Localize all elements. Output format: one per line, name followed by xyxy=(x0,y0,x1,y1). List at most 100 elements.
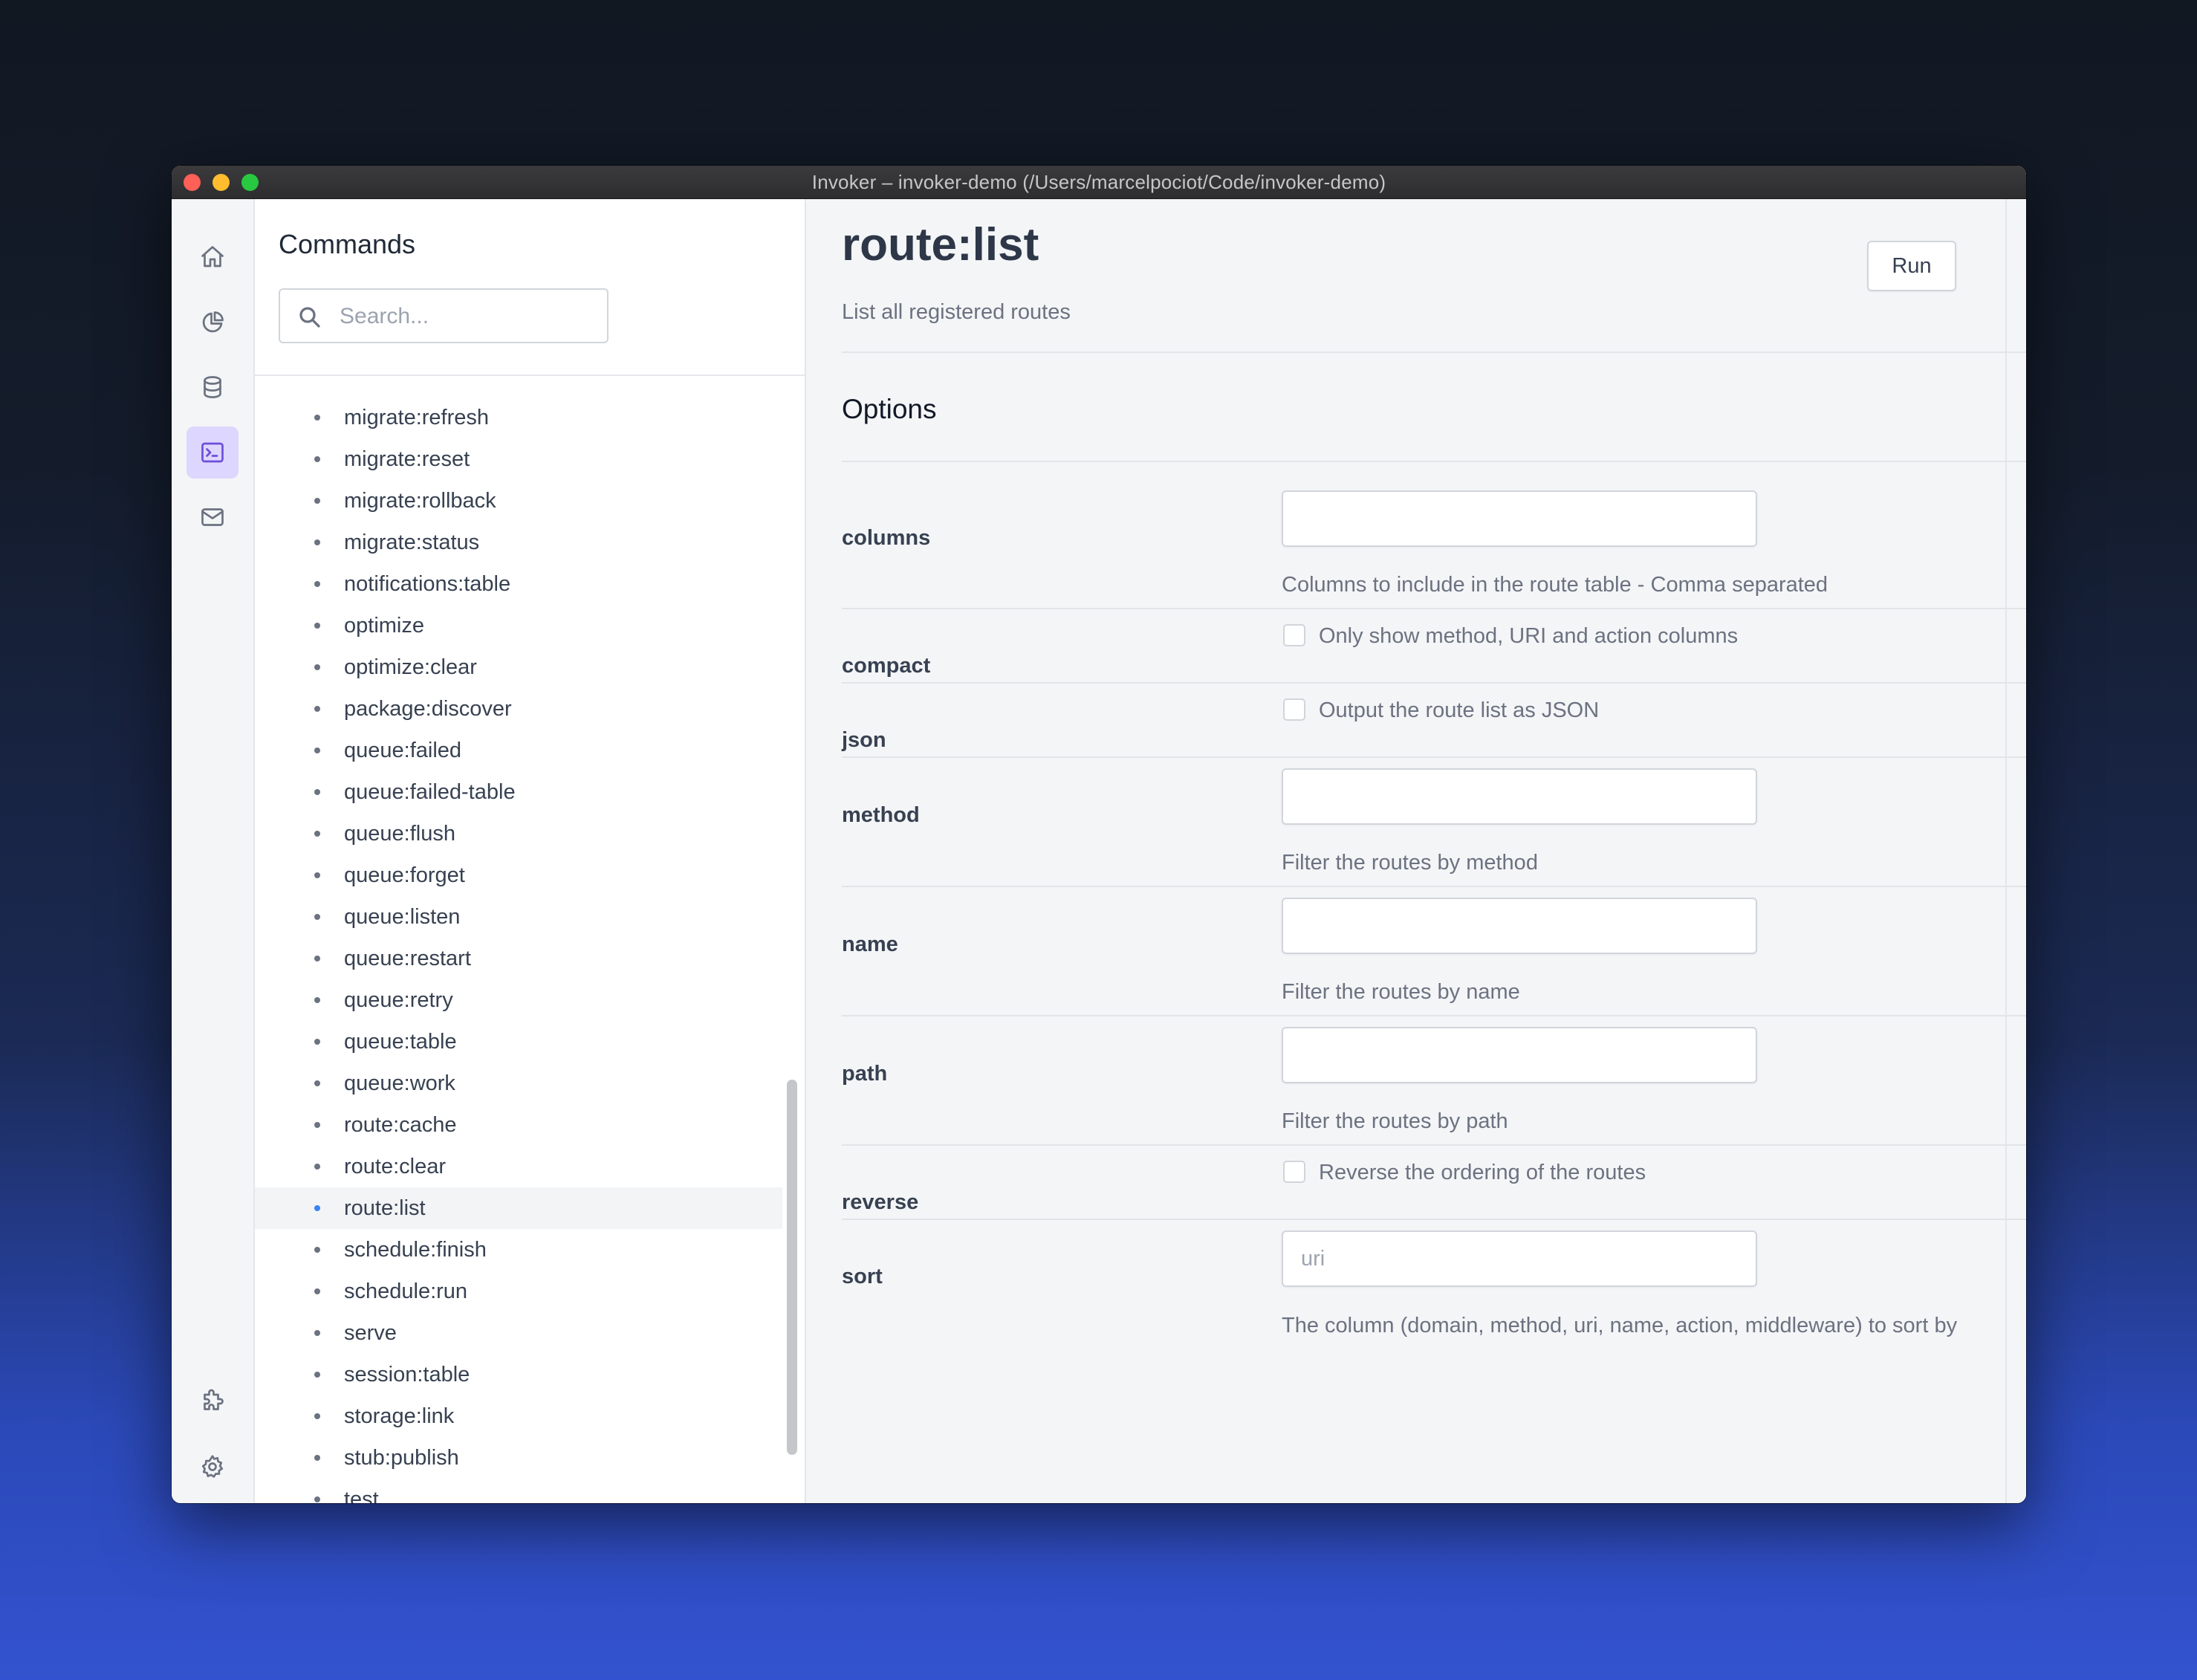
command-list-item[interactable]: optimize xyxy=(255,605,782,646)
command-list-item[interactable]: route:clear xyxy=(255,1146,782,1187)
close-window-button[interactable] xyxy=(184,174,201,191)
bullet-icon xyxy=(314,1496,320,1502)
window-controls xyxy=(184,174,259,191)
commands-panel: Commands migrate:refreshmigrate:resetmig… xyxy=(255,199,806,1503)
option-path-input[interactable] xyxy=(1282,1027,1757,1083)
option-compact-checkbox[interactable] xyxy=(1283,624,1305,646)
command-list-item-label: package:discover xyxy=(344,696,512,721)
command-list-item[interactable]: queue:forget xyxy=(255,854,782,896)
search-input[interactable] xyxy=(338,297,594,336)
rail-mail-button[interactable] xyxy=(186,491,238,543)
option-json-name: json xyxy=(842,728,886,752)
header-divider xyxy=(842,351,2026,353)
command-list-item-label: optimize:clear xyxy=(344,655,477,679)
option-divider xyxy=(842,608,2026,609)
option-json-checkbox[interactable] xyxy=(1283,698,1305,721)
option-divider xyxy=(842,682,2026,684)
command-list-item[interactable]: schedule:finish xyxy=(255,1229,782,1271)
command-list-item[interactable]: session:table xyxy=(255,1354,782,1395)
command-list-item[interactable]: route:list xyxy=(255,1187,782,1229)
command-list-item[interactable]: migrate:refresh xyxy=(255,397,782,438)
option-name-input[interactable] xyxy=(1282,898,1757,954)
command-list-item-label: migrate:rollback xyxy=(344,488,496,513)
command-list-item[interactable]: serve xyxy=(255,1312,782,1354)
bullet-icon xyxy=(314,706,320,712)
database-icon xyxy=(204,376,221,398)
command-list-item[interactable]: notifications:table xyxy=(255,563,782,605)
bullet-icon xyxy=(314,415,320,421)
option-columns-input[interactable] xyxy=(1282,490,1757,547)
command-list-item-label: queue:failed xyxy=(344,738,462,762)
command-list-item[interactable]: optimize:clear xyxy=(255,646,782,688)
rail-plugins-button[interactable] xyxy=(186,1375,238,1427)
scrollbar-thumb[interactable] xyxy=(787,1080,797,1455)
bullet-icon xyxy=(314,664,320,670)
bullet-icon xyxy=(314,831,320,837)
option-compact-label[interactable]: Only show method, URI and action columns xyxy=(1319,624,1738,649)
bullet-icon xyxy=(314,581,320,587)
command-list-item[interactable]: queue:listen xyxy=(255,896,782,938)
home-icon xyxy=(201,246,224,267)
command-list-item-label: route:cache xyxy=(344,1112,457,1137)
option-columns-help: Columns to include in the route table - … xyxy=(1282,573,1828,597)
bullet-icon xyxy=(314,539,320,545)
command-list-item-label: queue:restart xyxy=(344,946,471,970)
bullet-icon xyxy=(314,1122,320,1128)
run-button[interactable]: Run xyxy=(1867,241,1956,291)
command-list-item-label: storage:link xyxy=(344,1404,455,1428)
bullet-icon xyxy=(314,1247,320,1253)
option-method-help: Filter the routes by method xyxy=(1282,851,1538,875)
command-list-item[interactable]: package:discover xyxy=(255,688,782,730)
option-sort-input[interactable] xyxy=(1282,1230,1757,1287)
bullet-icon xyxy=(314,956,320,961)
command-list-item-label: queue:table xyxy=(344,1029,457,1054)
rail-settings-button[interactable] xyxy=(186,1441,238,1493)
option-divider xyxy=(842,1015,2026,1016)
rail-stats-button[interactable] xyxy=(186,296,238,348)
option-reverse-checkbox[interactable] xyxy=(1283,1161,1305,1183)
options-heading: Options xyxy=(842,394,937,424)
command-list-item-label: queue:work xyxy=(344,1071,455,1095)
zoom-window-button[interactable] xyxy=(241,174,259,191)
command-list-item[interactable]: queue:flush xyxy=(255,813,782,854)
title-bar: Invoker – invoker-demo (/Users/marcelpoc… xyxy=(172,166,2026,199)
command-list-item[interactable]: schedule:run xyxy=(255,1271,782,1312)
command-list-item[interactable]: queue:failed xyxy=(255,730,782,771)
command-list-item[interactable]: migrate:rollback xyxy=(255,480,782,522)
option-reverse-label[interactable]: Reverse the ordering of the routes xyxy=(1319,1161,1646,1185)
command-list-item[interactable]: queue:work xyxy=(255,1063,782,1104)
command-list-item[interactable]: test xyxy=(255,1479,782,1503)
command-list-item[interactable]: storage:link xyxy=(255,1395,782,1437)
option-columns-name: columns xyxy=(842,526,931,550)
command-list-item[interactable]: migrate:status xyxy=(255,522,782,563)
rail-home-button[interactable] xyxy=(186,231,238,283)
mail-icon xyxy=(201,508,224,526)
command-list-item[interactable]: queue:restart xyxy=(255,938,782,979)
command-list-item-label: session:table xyxy=(344,1362,470,1387)
command-list-item[interactable]: queue:table xyxy=(255,1021,782,1063)
minimize-window-button[interactable] xyxy=(212,174,230,191)
command-list-item[interactable]: queue:failed-table xyxy=(255,771,782,813)
option-path-help: Filter the routes by path xyxy=(1282,1109,1508,1133)
command-list-item[interactable]: migrate:reset xyxy=(255,438,782,480)
rail-database-button[interactable] xyxy=(186,361,238,413)
rail-commands-button[interactable] xyxy=(186,427,238,479)
bullet-icon xyxy=(314,1205,320,1211)
option-divider xyxy=(842,886,2026,887)
command-list-item-label: optimize xyxy=(344,613,424,638)
bullet-icon xyxy=(314,872,320,878)
command-list-item-label: migrate:status xyxy=(344,530,480,554)
gear-icon xyxy=(201,1455,224,1478)
bullet-icon xyxy=(314,789,320,795)
command-list-item[interactable]: queue:retry xyxy=(255,979,782,1021)
command-list-item[interactable]: route:cache xyxy=(255,1104,782,1146)
option-json-label[interactable]: Output the route list as JSON xyxy=(1319,698,1599,723)
command-list-item-label: stub:publish xyxy=(344,1445,459,1470)
command-list-item-label: notifications:table xyxy=(344,571,511,596)
option-method-input[interactable] xyxy=(1282,768,1757,825)
option-name-help: Filter the routes by name xyxy=(1282,980,1520,1004)
option-compact-name: compact xyxy=(842,654,931,678)
bullet-icon xyxy=(314,1455,320,1461)
search-icon xyxy=(299,307,320,328)
command-list-item[interactable]: stub:publish xyxy=(255,1437,782,1479)
